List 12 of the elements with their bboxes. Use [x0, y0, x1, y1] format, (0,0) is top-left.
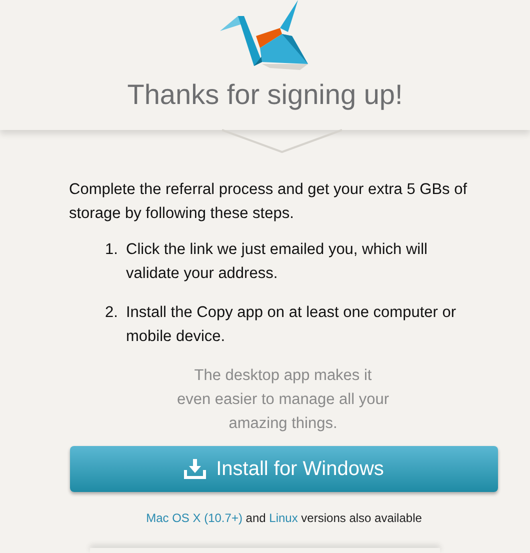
platforms-note: Mac OS X (10.7+) and Linux versions also available: [145, 510, 423, 527]
download-icon: [184, 459, 206, 479]
install-button[interactable]: Install for Windows: [70, 446, 498, 492]
step-text: Install the Copy app on at least one computer or mobile device.: [126, 303, 458, 347]
step-text: Click the link we just emailed you, which will validate your address.: [126, 240, 429, 284]
platform-link[interactable]: Mac OS X (10.7+): [146, 511, 242, 525]
step-number: 1.: [105, 240, 119, 260]
desktop-note: The desktop app makes it even easier to manage all your amazing things.: [176, 366, 390, 434]
intro-text: Complete the referral process and get your extra 5 GBs of storage by following these steps.: [69, 180, 468, 224]
platform-link[interactable]: Linux: [269, 511, 298, 525]
page-title: Thanks for signing up!: [126, 78, 404, 112]
step-number: 2.: [105, 303, 119, 323]
